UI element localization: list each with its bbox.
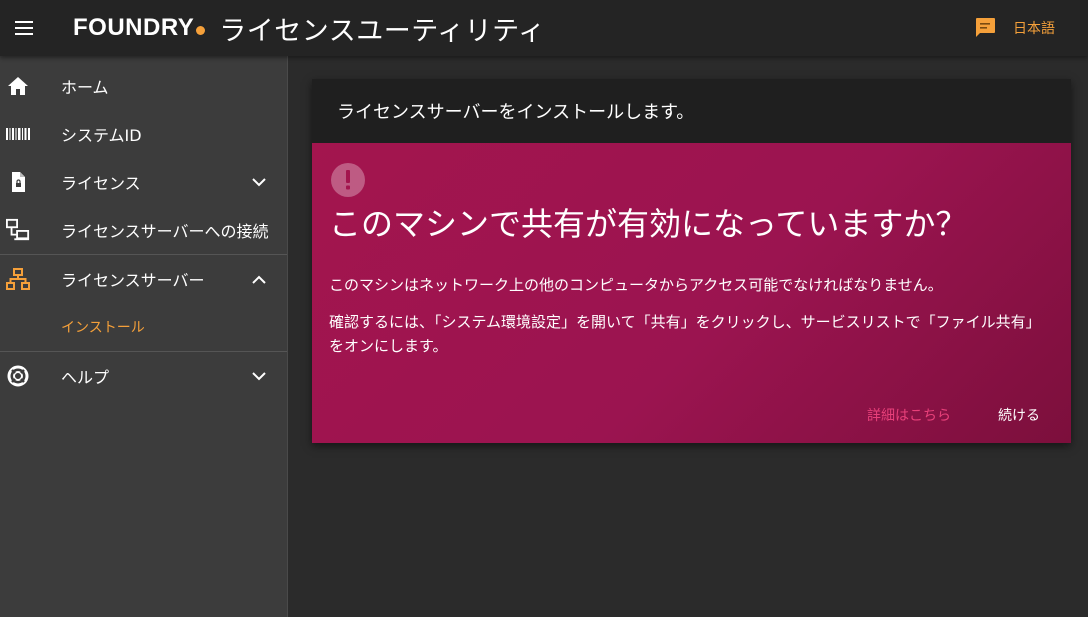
- sidebar-item-label: ホーム: [61, 78, 109, 97]
- sidebar-item-label: ライセンス: [61, 174, 141, 193]
- chevron-down-icon[interactable]: [251, 368, 267, 384]
- card-header-title: ライセンスサーバーをインストールします。: [337, 102, 695, 123]
- warning-title: このマシンで共有が有効になっていますか？: [329, 205, 968, 243]
- sidebar-item-label: ライセンスサーバー: [61, 271, 205, 290]
- sidebar-item-home[interactable]: ホーム: [0, 62, 287, 110]
- barcode-icon: [6, 122, 30, 146]
- sidebar-item-server-connect[interactable]: ライセンスサーバーへの接続: [0, 206, 287, 254]
- continue-button[interactable]: 続ける: [998, 405, 1040, 425]
- logo-text: FOUNDRY: [73, 14, 195, 41]
- chevron-down-icon[interactable]: [251, 174, 267, 190]
- network-icon: [6, 267, 30, 291]
- language-selector[interactable]: 日本語: [1013, 18, 1055, 38]
- app-title: ライセンスユーティリティ: [219, 15, 546, 47]
- license-file-icon: [6, 170, 30, 194]
- card-header: ライセンスサーバーをインストールします。: [312, 79, 1071, 143]
- sidebar-item-label: ヘルプ: [61, 368, 110, 387]
- top-app-bar: FOUNDRY ライセンスユーティリティ 日本語: [0, 0, 1088, 56]
- sidebar-item-label: ライセンスサーバーへの接続: [61, 222, 269, 241]
- warning-instructions: 確認するには、「システム環境設定」を開いて「共有」をクリックし、サービスリストで…: [329, 313, 1041, 355]
- sidebar-item-license[interactable]: ライセンス: [0, 158, 287, 206]
- home-icon: [6, 74, 30, 98]
- install-card: ライセンスサーバーをインストールします。 このマシンで共有が有効になっていますか…: [312, 79, 1071, 443]
- server-connect-icon: [6, 218, 30, 242]
- sidebar-item-label: システムID: [61, 126, 142, 145]
- lifebuoy-icon: [6, 364, 30, 388]
- menu-button[interactable]: [0, 4, 48, 52]
- sidebar: ホーム システムID ライセンス ライセンスサーバーへの接続 ライセンスサーバー…: [0, 56, 288, 617]
- sidebar-subitem-label: インストール: [61, 320, 145, 336]
- feedback-button[interactable]: [973, 16, 997, 40]
- chat-bubble-icon: [976, 18, 995, 37]
- foundry-logo: FOUNDRY: [73, 14, 206, 42]
- learn-more-button[interactable]: 詳細はこちら: [867, 405, 951, 425]
- menu-icon: [15, 21, 33, 35]
- sidebar-item-license-server[interactable]: ライセンスサーバー: [0, 255, 287, 303]
- warning-description: このマシンはネットワーク上の他のコンピュータからアクセス可能でなければなりません…: [329, 276, 943, 294]
- sidebar-item-system-id[interactable]: システムID: [0, 110, 287, 158]
- sharing-warning-panel: このマシンで共有が有効になっていますか？ このマシンはネットワーク上の他のコンピ…: [312, 143, 1071, 443]
- chevron-up-icon[interactable]: [251, 271, 267, 287]
- sidebar-item-help[interactable]: ヘルプ: [0, 352, 287, 400]
- warning-icon: [331, 163, 365, 197]
- sidebar-subitem-install[interactable]: インストール: [0, 303, 287, 351]
- logo-dot: [196, 26, 206, 35]
